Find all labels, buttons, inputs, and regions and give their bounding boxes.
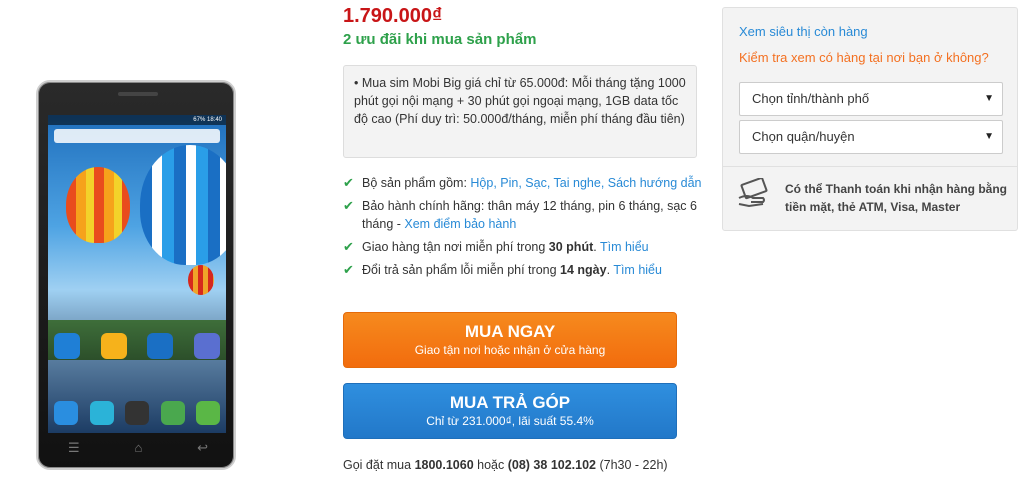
app-drawer-icon <box>125 401 149 425</box>
phone-call-icon <box>54 401 78 425</box>
warranty-centers-link[interactable]: Xem điểm bảo hành <box>404 217 516 231</box>
home-key-icon: ⌂ <box>134 440 143 455</box>
app-icon <box>147 333 174 359</box>
product-price: 1.790.000₫ <box>343 5 443 27</box>
store-panel-subtitle: Kiểm tra xem có hàng tại nơi bạn ở không… <box>739 50 989 65</box>
app-icon <box>100 333 127 359</box>
cash-payment-text: Có thể Thanh toán khi nhận hàng bằng tiề… <box>785 182 1007 214</box>
check-icon: ✔ <box>343 239 354 254</box>
package-contents-link[interactable]: Hộp, Pin, Sạc, Tai nghe, Sách hướng dẫn <box>470 176 701 190</box>
phone-app-row <box>54 333 220 359</box>
product-image[interactable]: 67% 18:40 ☰ ⌂ ↩ <box>36 80 236 470</box>
feature-item: ✔ Đổi trả sản phẩm lỗi miễn phí trong 14… <box>343 262 662 277</box>
settings-icon <box>196 401 220 425</box>
promo-box: • Mua sim Mobi Big giá chỉ từ 65.000đ: M… <box>343 65 697 158</box>
store-availability-panel: Xem siêu thị còn hàng Kiểm tra xem có hà… <box>722 7 1018 231</box>
contacts-icon <box>89 401 114 425</box>
buy-now-sublabel: Giao tận nơi hoặc nhận ở cửa hàng <box>414 343 606 357</box>
check-icon: ✔ <box>343 198 354 213</box>
buy-now-button[interactable]: MUA NGAY Giao tận nơi hoặc nhận ở cửa hà… <box>343 312 677 368</box>
promo-text: • Mua sim Mobi Big giá chỉ từ 65.000đ: M… <box>354 76 686 126</box>
phone-searchbar <box>54 129 220 143</box>
promo-title: 2 ưu đãi khi mua sản phẩm <box>343 31 537 48</box>
balloon-graphic <box>140 145 226 265</box>
back-key-icon: ↩ <box>197 440 208 455</box>
phone-statusbar: 67% 18:40 <box>48 115 226 125</box>
district-select[interactable]: Chọn quận/huyện ▼ <box>739 120 1003 154</box>
phone-dock <box>54 401 220 425</box>
check-icon: ✔ <box>343 175 354 190</box>
balloon-graphic <box>66 167 130 243</box>
cash-payment-icon <box>737 176 773 208</box>
installment-button[interactable]: MUA TRẢ GÓP Chỉ từ 231.000₫, lãi suất 55… <box>343 383 677 439</box>
feature-list: ✔ Bộ sản phẩm gồm: Hộp, Pin, Sạc, Tai ng… <box>343 174 703 284</box>
divider <box>723 166 1017 167</box>
feature-item: ✔ Bộ sản phẩm gồm: Hộp, Pin, Sạc, Tai ng… <box>343 175 702 190</box>
installment-sublabel: Chỉ từ 231.000₫, lãi suất 55.4% <box>426 414 594 428</box>
app-icon <box>54 333 80 359</box>
feature-item: ✔ Bảo hành chính hãng: thân máy 12 tháng… <box>343 198 697 231</box>
feature-item: ✔ Giao hàng tận nơi miễn phí trong 30 ph… <box>343 239 649 254</box>
check-icon: ✔ <box>343 262 354 277</box>
hotline-number[interactable]: 1800.1060 <box>415 458 474 472</box>
store-panel-title: Xem siêu thị còn hàng <box>739 24 868 39</box>
hotline: Gọi đặt mua 1800.1060 hoặc (08) 38 102.1… <box>343 458 668 472</box>
phone-speaker <box>118 92 158 96</box>
buy-now-label: MUA NGAY <box>464 322 556 341</box>
messages-icon <box>160 401 185 425</box>
menu-key-icon: ☰ <box>68 440 80 455</box>
camera-icon <box>193 333 220 359</box>
delivery-learn-more-link[interactable]: Tìm hiểu <box>600 240 649 254</box>
hotline-number-alt[interactable]: (08) 38 102.102 <box>508 458 596 472</box>
installment-label: MUA TRẢ GÓP <box>449 393 571 412</box>
phone-screen: 67% 18:40 <box>48 115 226 433</box>
phone-nav-keys: ☰ ⌂ ↩ <box>68 440 208 456</box>
province-select[interactable]: Chọn tỉnh/thành phố ▼ <box>739 82 1003 116</box>
dropdown-arrow-icon: ▼ <box>984 131 994 142</box>
dropdown-arrow-icon: ▼ <box>984 93 994 104</box>
return-learn-more-link[interactable]: Tìm hiểu <box>613 263 662 277</box>
balloon-graphic <box>188 265 214 295</box>
